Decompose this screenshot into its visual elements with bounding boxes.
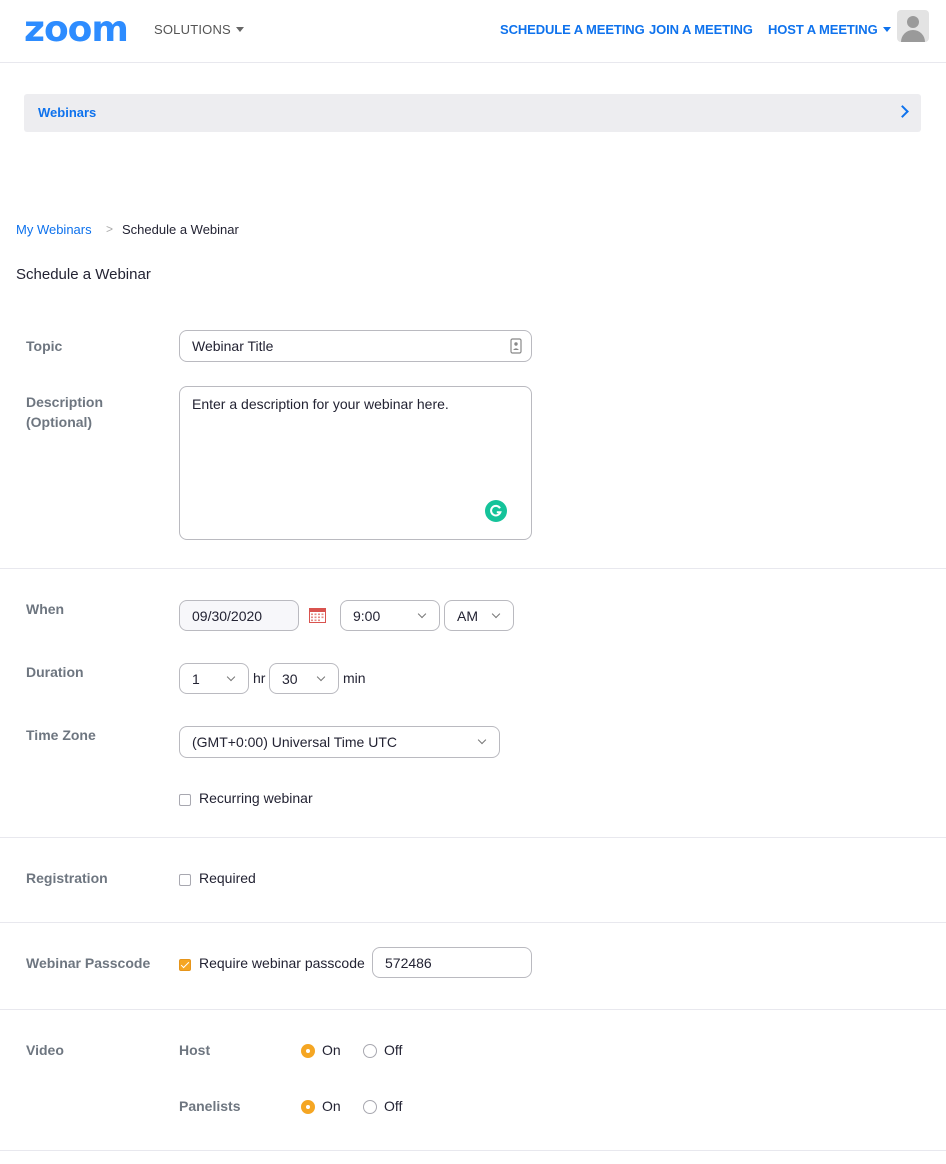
description-textarea[interactable]: Enter a description for your webinar her… (179, 386, 532, 540)
require-passcode-checkbox[interactable] (179, 959, 191, 971)
description-value: Enter a description for your webinar her… (192, 396, 449, 412)
ampm-value: AM (457, 608, 478, 624)
section-divider (0, 922, 946, 923)
video-panelists-off-label[interactable]: Off (384, 1098, 402, 1114)
duration-label: Duration (26, 664, 84, 680)
zoom-logo[interactable]: zoom (24, 12, 129, 48)
description-label: Description (Optional) (26, 392, 103, 432)
page-title: Schedule a Webinar (16, 266, 151, 283)
description-label-line2: (Optional) (26, 414, 93, 430)
video-label: Video (26, 1042, 64, 1058)
recurring-label[interactable]: Recurring webinar (199, 790, 313, 806)
join-meeting-link[interactable]: JOIN A MEETING (649, 22, 753, 37)
avatar-body (901, 30, 925, 42)
top-navigation: zoom SOLUTIONS SCHEDULE A MEETING JOIN A… (0, 0, 946, 63)
duration-hours-select[interactable]: 1 (179, 663, 249, 694)
duration-hours-value: 1 (192, 671, 200, 687)
video-host-off-radio[interactable] (363, 1044, 377, 1058)
section-divider (0, 568, 946, 569)
contact-card-icon (510, 338, 522, 354)
video-panelists-label: Panelists (179, 1098, 241, 1114)
schedule-meeting-link[interactable]: SCHEDULE A MEETING (500, 22, 645, 37)
video-panelists-on-radio[interactable] (301, 1100, 315, 1114)
timezone-select[interactable]: (GMT+0:00) Universal Time UTC (179, 726, 500, 758)
timezone-label: Time Zone (26, 727, 96, 743)
require-passcode-label[interactable]: Require webinar passcode (199, 955, 365, 971)
chevron-down-icon (477, 735, 487, 745)
chevron-right-icon (896, 105, 909, 118)
chevron-down-icon (417, 609, 427, 619)
video-panelists-off-radio[interactable] (363, 1100, 377, 1114)
chevron-down-icon (491, 609, 501, 619)
caret-down-icon (235, 27, 244, 33)
user-avatar-icon[interactable] (897, 10, 929, 42)
date-input[interactable]: 09/30/2020 (179, 600, 299, 631)
video-host-label: Host (179, 1042, 211, 1058)
passcode-input[interactable]: 572486 (372, 947, 532, 978)
video-panelists-on-label[interactable]: On (322, 1098, 341, 1114)
hours-unit-label: hr (253, 670, 266, 686)
registration-label: Registration (26, 870, 108, 886)
time-value: 9:00 (353, 608, 381, 624)
section-divider (0, 1009, 946, 1010)
topic-value: Webinar Title (192, 338, 274, 354)
duration-minutes-value: 30 (282, 671, 298, 687)
passcode-value: 572486 (385, 955, 432, 971)
recurring-checkbox[interactable] (179, 794, 191, 806)
grammarly-icon[interactable] (485, 500, 507, 522)
host-meeting-menu[interactable]: HOST A MEETING (768, 22, 891, 37)
topic-label: Topic (26, 338, 63, 354)
breadcrumb-separator: > (106, 222, 114, 236)
timezone-value: (GMT+0:00) Universal Time UTC (192, 734, 397, 750)
host-meeting-label: HOST A MEETING (768, 22, 878, 37)
when-label: When (26, 601, 65, 617)
video-host-on-radio[interactable] (301, 1044, 315, 1058)
description-label-line1: Description (26, 394, 104, 410)
topic-input[interactable]: Webinar Title (179, 330, 532, 362)
breadcrumb-current: Schedule a Webinar (122, 222, 239, 237)
avatar-head (907, 16, 919, 28)
time-select[interactable]: 9:00 (340, 600, 440, 631)
ampm-select[interactable]: AM (444, 600, 514, 631)
duration-minutes-select[interactable]: 30 (269, 663, 339, 694)
registration-required-checkbox[interactable] (179, 874, 191, 886)
passcode-label: Webinar Passcode (26, 955, 151, 971)
webinars-nav-bar[interactable]: Webinars (24, 94, 921, 132)
video-host-on-label[interactable]: On (322, 1042, 341, 1058)
solutions-label: SOLUTIONS (154, 22, 231, 37)
breadcrumb-my-webinars[interactable]: My Webinars (16, 222, 92, 237)
video-host-off-label[interactable]: Off (384, 1042, 402, 1058)
caret-down-icon (882, 27, 891, 33)
section-divider (0, 1150, 946, 1151)
calendar-icon[interactable] (309, 607, 326, 623)
date-value: 09/30/2020 (192, 608, 263, 624)
webinars-label: Webinars (38, 105, 97, 120)
minutes-unit-label: min (343, 670, 366, 686)
registration-required-label[interactable]: Required (199, 870, 256, 886)
chevron-down-icon (316, 672, 326, 682)
chevron-down-icon (226, 672, 236, 682)
solutions-menu[interactable]: SOLUTIONS (154, 22, 244, 37)
section-divider (0, 837, 946, 838)
